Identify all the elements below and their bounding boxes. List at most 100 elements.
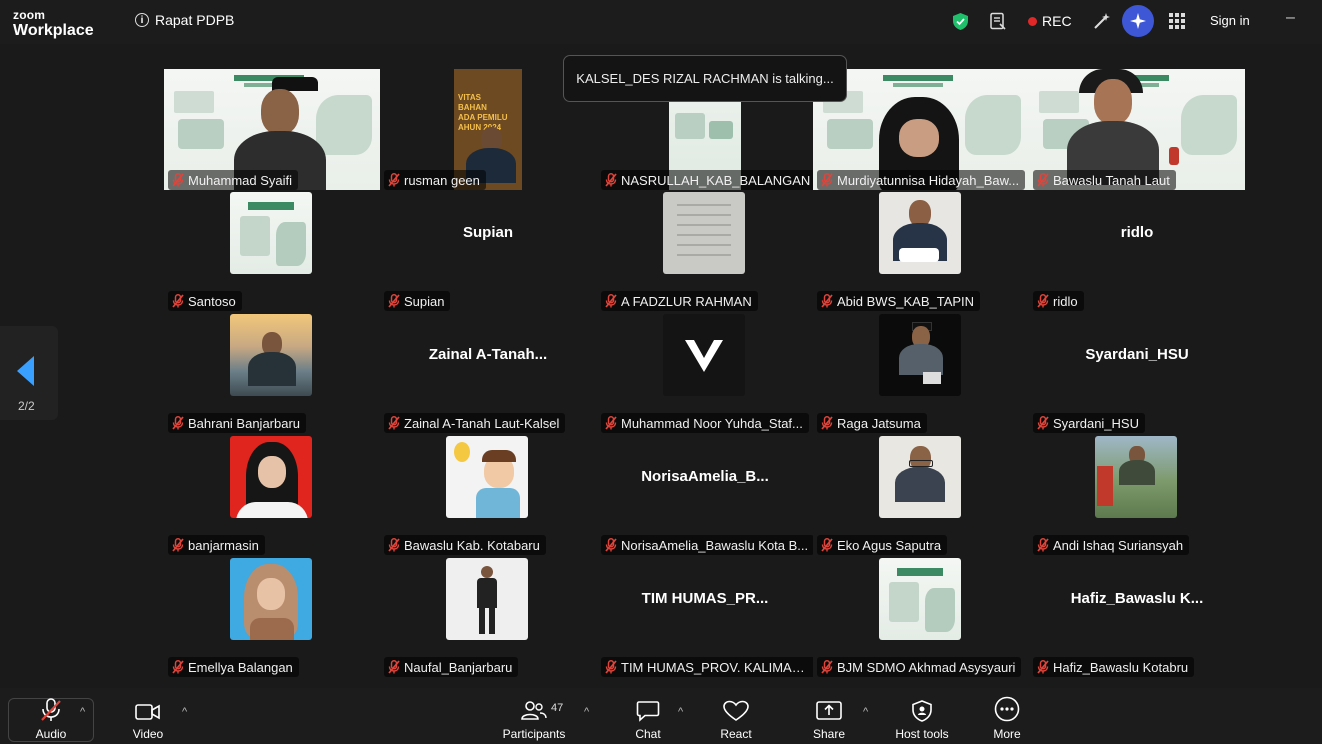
participant-avatar <box>879 436 961 518</box>
participant-tile[interactable]: Hafiz_Bawaslu K... Hafiz_Bawaslu Kotabru <box>1029 556 1245 677</box>
annotate-wand-icon[interactable] <box>1092 12 1111 31</box>
zoom-logo: zoom Workplace <box>13 9 94 39</box>
muted-mic-icon <box>821 294 833 308</box>
participant-display-name: NorisaAmelia_B... <box>641 468 769 485</box>
participant-tile[interactable]: A FADZLUR RAHMAN <box>597 190 813 311</box>
participant-name-label: rusman geen <box>384 170 486 190</box>
participants-button[interactable]: Participants <box>500 688 568 744</box>
sign-in-button[interactable]: Sign in <box>1210 13 1250 28</box>
host-tools-button[interactable]: Host tools <box>892 688 952 744</box>
logo-top: zoom <box>13 8 46 22</box>
participant-tile[interactable]: Abid BWS_KAB_TAPIN <box>813 190 1029 311</box>
participant-name: Muhammad Noor Yuhda_Staf... <box>621 415 803 431</box>
share-screen-icon <box>816 701 842 720</box>
participant-tile[interactable]: Andi Ishaq Suriansyah <box>1029 434 1245 555</box>
share-options-caret-icon[interactable]: ^ <box>863 706 868 718</box>
muted-mic-icon <box>605 660 617 674</box>
chat-bubble-icon <box>636 701 660 722</box>
participant-avatar <box>230 314 312 396</box>
participant-name: Naufal_Banjarbaru <box>404 659 513 675</box>
participant-name-label: Bawaslu Kab. Kotabaru <box>384 535 546 555</box>
audio-options-caret-icon[interactable]: ^ <box>80 706 85 718</box>
participant-tile[interactable]: TIM HUMAS_PR... TIM HUMAS_PROV. KALIMAN..… <box>597 556 813 677</box>
chat-label: Chat <box>635 727 661 741</box>
muted-mic-icon <box>605 173 617 187</box>
participant-tile[interactable]: Naufal_Banjarbaru <box>380 556 596 677</box>
participant-tile[interactable]: Raga Jatsuma <box>813 312 1029 433</box>
more-button[interactable]: More <box>990 688 1024 744</box>
participant-name: Muhammad Syaifi <box>188 172 293 188</box>
participant-name: A FADZLUR RAHMAN <box>621 293 752 309</box>
participant-tile[interactable]: Bahrani Banjarbaru <box>164 312 380 433</box>
participant-tile[interactable]: Supian Supian <box>380 190 596 311</box>
react-button[interactable]: React <box>716 688 756 744</box>
ai-companion-button[interactable] <box>1122 5 1154 37</box>
participant-tile[interactable]: Santoso <box>164 190 380 311</box>
participant-tile[interactable]: Bawaslu Kab. Kotabaru <box>380 434 596 555</box>
muted-mic-icon <box>821 538 833 552</box>
muted-mic-icon <box>821 416 833 430</box>
muted-mic-icon <box>1037 173 1049 187</box>
muted-mic-icon <box>1037 538 1049 552</box>
participant-name: Syardani_HSU <box>1053 415 1139 431</box>
muted-mic-icon <box>605 294 617 308</box>
participant-name-label: Bahrani Banjarbaru <box>168 413 307 433</box>
participant-name: Andi Ishaq Suriansyah <box>1053 537 1184 553</box>
participant-avatar <box>230 558 312 640</box>
participant-name-label: Andi Ishaq Suriansyah <box>1033 535 1190 555</box>
participant-tile[interactable]: Syardani_HSU Syardani_HSU <box>1029 312 1245 433</box>
video-options-caret-icon[interactable]: ^ <box>182 706 187 718</box>
muted-mic-icon <box>1037 294 1049 308</box>
encryption-shield-icon[interactable] <box>952 12 969 31</box>
participant-name-label: Naufal_Banjarbaru <box>384 657 519 677</box>
muted-mic-icon <box>41 698 61 721</box>
participant-avatar <box>446 436 528 518</box>
participants-options-caret-icon[interactable]: ^ <box>584 706 589 718</box>
participant-display-name: ridlo <box>1120 224 1154 241</box>
muted-mic-icon <box>388 416 400 430</box>
rec-dot-icon <box>1028 16 1037 26</box>
recording-indicator[interactable]: REC <box>1028 13 1072 29</box>
participant-tile[interactable]: Eko Agus Saputra <box>813 434 1029 555</box>
previous-page-button[interactable]: 2/2 <box>0 326 58 420</box>
participant-name: Abid BWS_KAB_TAPIN <box>837 293 975 309</box>
participant-name-label: NASRULLAH_KAB_BALANGAN <box>601 170 813 190</box>
arrow-left-icon <box>17 356 34 386</box>
logo-bottom: Workplace <box>13 22 94 39</box>
participant-name: banjarmasin <box>188 537 259 553</box>
chat-button[interactable]: Chat <box>630 688 666 744</box>
participant-name-label: Abid BWS_KAB_TAPIN <box>817 291 981 311</box>
participant-tile[interactable]: Muhammad Syaifi <box>164 69 380 190</box>
meeting-info-button[interactable]: i Rapat PDPB <box>135 12 234 28</box>
participant-tile[interactable]: Emellya Balangan <box>164 556 380 677</box>
chat-options-caret-icon[interactable]: ^ <box>678 706 683 718</box>
participant-avatar <box>663 314 745 396</box>
participant-tile[interactable]: NorisaAmelia_B... NorisaAmelia_Bawaslu Ko… <box>597 434 813 555</box>
participant-name-label: BJM SDMO Akhmad Asysyauri <box>817 657 1022 677</box>
participant-tile[interactable]: BJM SDMO Akhmad Asysyauri <box>813 556 1029 677</box>
muted-mic-icon <box>821 660 833 674</box>
participant-display-name: Syardani_HSU <box>1085 346 1189 363</box>
participant-tile[interactable]: Bawaslu Tanah Laut <box>1029 69 1245 190</box>
video-button[interactable]: Video <box>126 688 170 744</box>
participant-tile[interactable]: Zainal A-Tanah... Zainal A-Tanah Laut-Kal… <box>380 312 596 433</box>
muted-mic-icon <box>172 538 184 552</box>
participant-avatar <box>230 436 312 518</box>
audio-label: Audio <box>35 727 67 741</box>
rec-label: REC <box>1042 13 1072 29</box>
participant-tile[interactable]: Muhammad Noor Yuhda_Staf... <box>597 312 813 433</box>
participant-tile[interactable]: banjarmasin <box>164 434 380 555</box>
share-button[interactable]: Share <box>810 688 848 744</box>
minimize-button[interactable]: – <box>1286 9 1295 27</box>
participant-name: Emellya Balangan <box>188 659 293 675</box>
react-label: React <box>720 727 752 741</box>
participant-avatar <box>879 192 961 274</box>
participant-name-label: Zainal A-Tanah Laut-Kalsel <box>384 413 566 433</box>
participant-tile[interactable]: ridlo ridlo <box>1029 190 1245 311</box>
apps-grid-icon[interactable] <box>1169 13 1185 29</box>
muted-mic-icon <box>172 660 184 674</box>
audio-button[interactable]: Audio <box>30 688 72 744</box>
muted-mic-icon <box>388 294 400 308</box>
participant-avatar <box>879 314 961 396</box>
notes-icon[interactable] <box>989 12 1007 31</box>
